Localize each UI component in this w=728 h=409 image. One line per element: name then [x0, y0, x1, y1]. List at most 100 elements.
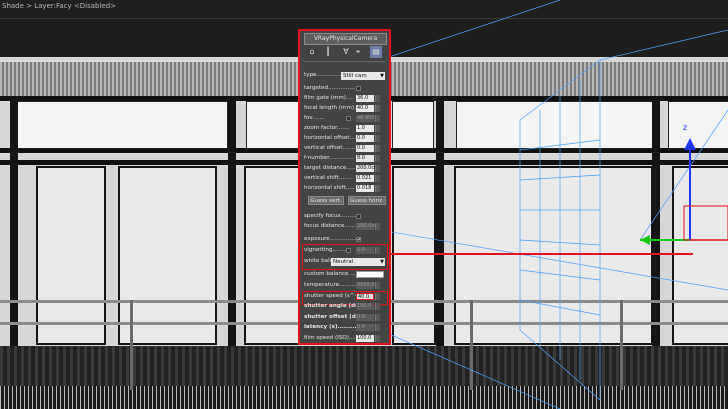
temperature-field[interactable]: 6500.0 [356, 282, 375, 289]
divider [304, 61, 385, 62]
fnumber-row: f-number.............. 8.0 [304, 154, 388, 163]
shutter-angle-row: shutter angle (deg) 180.0 [304, 302, 388, 311]
zoom-factor-field[interactable]: 1.0 [356, 125, 374, 132]
exposure-checkbox[interactable]: ✔ [356, 237, 361, 243]
horizontal-offset-spinner[interactable] [375, 135, 380, 142]
vignetting-field[interactable]: 1.0 [356, 247, 374, 254]
custom-balance-label: custom balance ... [304, 271, 356, 277]
shutter-angle-field[interactable]: 180.0 [356, 303, 374, 310]
zoom-factor-label: zoom factor....... [304, 125, 350, 131]
type-value: Still cam [343, 73, 367, 79]
temperature-label: temperature.......... [304, 282, 357, 288]
vertical-shift-label: vertical shift....... [304, 175, 352, 181]
shutter-speed-label: shutter speed (s^-1) [304, 293, 363, 299]
focus-distance-row: focus distance...... 200.0cm [304, 222, 388, 231]
horizontal-shift-label: horizontal shift..... [304, 185, 355, 191]
vignetting-checkbox[interactable] [346, 248, 351, 253]
gizmo-z-axis-label: z [683, 123, 688, 132]
film-speed-row: film speed (ISO)..... 100.0 [304, 334, 388, 343]
shutter-offset-row: shutter offset (deg) 0.0 [304, 313, 388, 322]
vertical-shift-spinner[interactable] [375, 175, 380, 182]
temperature-spinner[interactable] [375, 282, 380, 289]
focus-distance-spinner[interactable] [375, 223, 380, 230]
film-speed-field[interactable]: 100.0 [356, 335, 374, 342]
film-speed-label: film speed (ISO)..... [304, 335, 358, 341]
horizontal-offset-field[interactable]: 0.0 [356, 135, 374, 142]
custom-balance-row: custom balance ... [304, 270, 388, 279]
fov-label: fov....... [304, 115, 325, 121]
white-balance-value: Neutral [333, 259, 354, 265]
film-speed-spinner[interactable] [375, 335, 380, 342]
latency-label: latency (s)............ [304, 324, 363, 330]
target-distance-label: target distance..... [304, 165, 356, 171]
film-gate-spinner[interactable] [375, 95, 380, 102]
focal-length-label: focal length (mm).. [304, 105, 358, 111]
fnumber-spinner[interactable] [375, 155, 380, 162]
guess-horiz-button[interactable]: Guess horiz. [348, 196, 386, 205]
guess-buttons-row: Guess vert. Guess horiz. [304, 196, 388, 207]
latency-spinner[interactable] [375, 324, 380, 331]
focal-length-row: focal length (mm).. 40.0 [304, 104, 388, 113]
film-gate-field[interactable]: 36.0 [356, 95, 374, 102]
horizontal-offset-row: horizontal offset.... 0.0 [304, 134, 388, 143]
funnel-icon[interactable]: ∀ [340, 46, 352, 58]
type-dropdown[interactable]: Still cam ▼ [341, 72, 385, 80]
horizon-guide-line [385, 253, 693, 255]
latency-field[interactable]: 0.0 [356, 324, 374, 331]
vertical-offset-spinner[interactable] [375, 145, 380, 152]
fnumber-label: f-number.............. [304, 155, 354, 161]
shutter-speed-spinner[interactable] [375, 293, 380, 300]
shutter-offset-field[interactable]: 0.0 [356, 314, 374, 321]
chevron-down-icon: ▼ [380, 259, 384, 265]
vignetting-row: vignetting.......... 1.0 [304, 246, 388, 255]
white-balance-dropdown[interactable]: Neutral ▼ [331, 258, 385, 266]
viewport[interactable]: Shade > Layer:Facy <Disabled> z VRayPhys… [0, 0, 728, 409]
vertical-shift-row: vertical shift....... 0.021 [304, 174, 388, 183]
vignetting-label: vignetting.......... [304, 247, 351, 253]
fov-field[interactable]: 48.455 [356, 115, 375, 122]
horizontal-shift-spinner[interactable] [375, 185, 380, 192]
zoom-factor-row: zoom factor....... 1.0 [304, 124, 388, 133]
horizontal-shift-row: horizontal shift..... 0.018 [304, 184, 388, 193]
guess-vert-button[interactable]: Guess vert. [308, 196, 344, 205]
horizontal-shift-field[interactable]: 0.018 [356, 185, 374, 192]
focus-distance-field[interactable]: 200.0cm [356, 223, 379, 230]
specify-focus-checkbox[interactable] [356, 214, 361, 219]
shutter-angle-spinner[interactable] [375, 303, 380, 310]
vertical-shift-field[interactable]: 0.021 [356, 175, 374, 182]
targeted-checkbox[interactable] [356, 86, 361, 91]
pin-icon[interactable]: ⌂ [306, 46, 318, 58]
focal-length-spinner[interactable] [375, 105, 380, 112]
exposure-row: exposure................ ✔ [304, 235, 388, 244]
zoom-factor-spinner[interactable] [375, 125, 380, 132]
hammer-icon[interactable]: ┃ [322, 46, 334, 58]
vertical-offset-label: vertical offset....... [304, 145, 355, 151]
vertical-offset-field[interactable]: 0.0 [356, 145, 374, 152]
exposure-label: exposure................ [304, 236, 359, 242]
target-distance-row: target distance..... 200.0cr [304, 164, 388, 173]
fnumber-field[interactable]: 8.0 [356, 155, 374, 162]
type-label: type.............. [304, 72, 342, 78]
display-icon[interactable]: ⌖ [352, 46, 364, 58]
panel-toolbar: ⌂ ┃ ∀ ⌖ ▤ [304, 46, 385, 58]
film-gate-label: film gate (mm).... [304, 95, 354, 101]
focal-length-field[interactable]: 40.0 [356, 105, 374, 112]
target-distance-spinner[interactable] [375, 165, 380, 172]
vertical-offset-row: vertical offset....... 0.0 [304, 144, 388, 153]
custom-balance-swatch[interactable] [356, 271, 384, 278]
fov-checkbox[interactable] [346, 116, 351, 121]
fov-spinner[interactable] [375, 115, 380, 122]
targeted-row: targeted............... [304, 84, 388, 93]
configure-icon[interactable]: ▤ [370, 46, 382, 58]
shutter-speed-field[interactable]: 40.0 [356, 293, 374, 300]
fov-row: fov....... 48.455 [304, 114, 388, 123]
target-distance-field[interactable]: 200.0cr [356, 165, 376, 172]
specify-focus-label: specify focus.......... [304, 213, 359, 219]
vignetting-spinner[interactable] [375, 247, 380, 254]
white-balance-row: white balance Neutral ▼ [304, 257, 388, 266]
panel-title[interactable]: VRayPhysicalCamera [304, 33, 387, 45]
shutter-offset-spinner[interactable] [375, 314, 380, 321]
targeted-label: targeted............... [304, 85, 355, 91]
camera-parameters-panel[interactable]: VRayPhysicalCamera ⌂ ┃ ∀ ⌖ ▤ type.......… [298, 29, 391, 345]
film-gate-row: film gate (mm).... 36.0 [304, 94, 388, 103]
